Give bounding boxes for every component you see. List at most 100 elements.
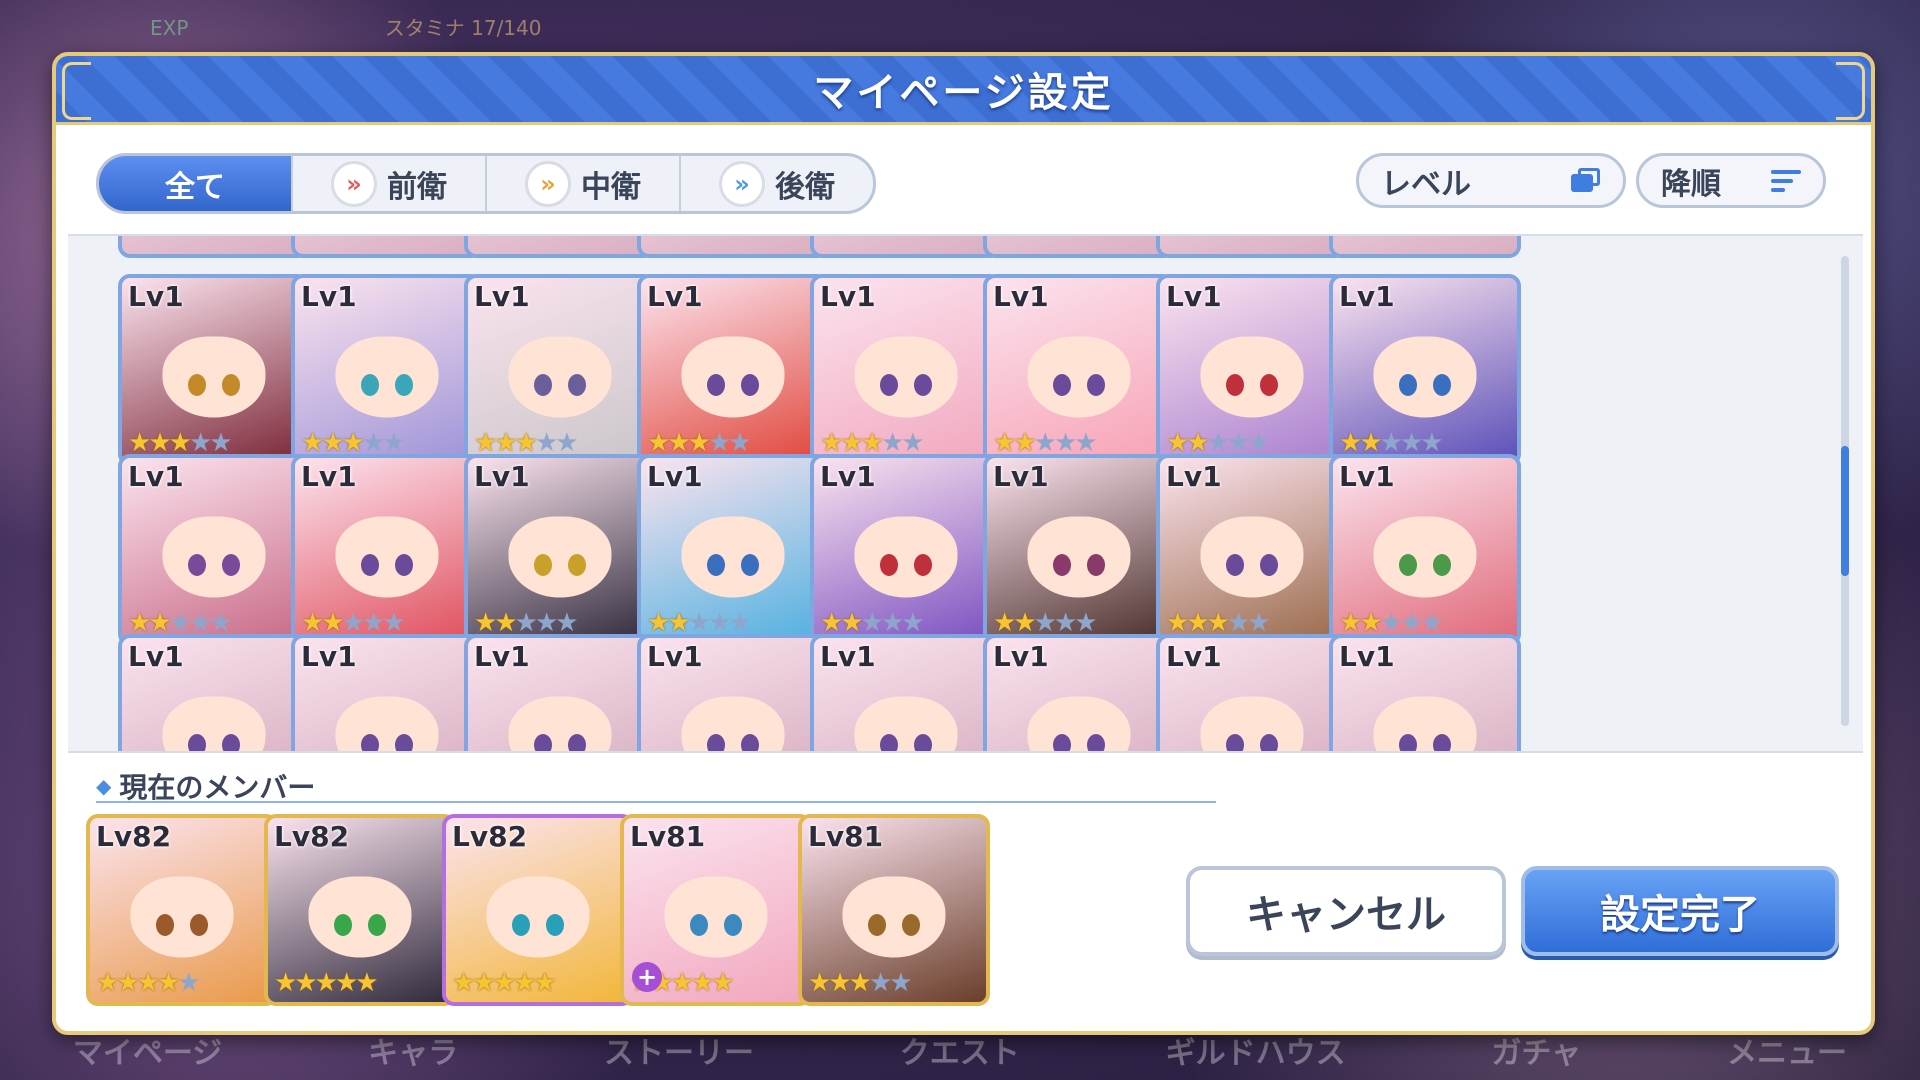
portrait-eye: [868, 913, 887, 936]
portrait-eye: [740, 553, 759, 576]
card-level: Lv1: [128, 460, 184, 493]
sort-level-label: レベル: [1381, 166, 1471, 202]
character-card[interactable]: Lv1: [1156, 634, 1348, 751]
character-card[interactable]: Lv1: [810, 634, 1002, 751]
character-card-partial[interactable]: [983, 236, 1175, 258]
character-card[interactable]: Lv1 ★★★★★: [464, 274, 656, 466]
character-card[interactable]: Lv1 ★★★★★: [291, 274, 483, 466]
character-card[interactable]: Lv1 ★★★★★: [1156, 274, 1348, 466]
character-card[interactable]: Lv82 ★★★★★: [86, 814, 278, 1006]
portrait-eye: [221, 733, 240, 751]
star-icon: ★: [136, 968, 160, 998]
portrait-eye: [567, 733, 586, 751]
card-level: Lv1: [993, 460, 1049, 493]
character-portrait: [162, 336, 266, 418]
character-card[interactable]: Lv1: [983, 634, 1175, 751]
cancel-button[interactable]: キャンセル: [1186, 866, 1506, 956]
dialog-header: マイページ設定: [56, 56, 1871, 125]
current-members-label: 現在のメンバー: [119, 771, 316, 804]
character-card[interactable]: Lv1 ★★★★★: [1329, 274, 1521, 466]
card-level: Lv1: [647, 280, 703, 313]
portrait-eye: [913, 553, 932, 576]
portrait-eye: [188, 733, 207, 751]
character-portrait: [681, 696, 785, 751]
character-card[interactable]: Lv1 ★★★★★: [1156, 454, 1348, 646]
character-card[interactable]: Lv1 ★★★★★: [637, 454, 829, 646]
star-icon: ★: [294, 968, 317, 998]
grid-scrollbar[interactable]: [1841, 256, 1849, 726]
card-level: Lv1: [1166, 640, 1222, 673]
portrait-eye: [394, 373, 413, 396]
star-icon: ★: [156, 968, 180, 998]
card-level: Lv1: [1339, 460, 1395, 493]
character-card[interactable]: Lv1 ★★★★★: [464, 454, 656, 646]
character-card[interactable]: Lv1 ★★★★★: [118, 454, 310, 646]
character-card[interactable]: Lv1: [291, 634, 483, 751]
character-card[interactable]: Lv81★★★★★+: [620, 814, 812, 1006]
portrait-eye: [880, 553, 899, 576]
character-card[interactable]: Lv1 ★★★★★: [983, 454, 1175, 646]
portrait-eye: [361, 553, 380, 576]
tab-back[interactable]: » 後衛: [681, 156, 873, 211]
header-ornament-left: [62, 62, 91, 120]
character-portrait: [842, 876, 946, 958]
character-card-partial[interactable]: [1156, 236, 1348, 258]
character-portrait: [664, 876, 768, 958]
character-card[interactable]: Lv1 ★★★★★: [810, 274, 1002, 466]
character-card-partial[interactable]: [118, 236, 310, 258]
card-level: Lv82: [452, 820, 528, 853]
character-card[interactable]: Lv82 ★★★★★: [264, 814, 456, 1006]
character-card[interactable]: Lv81 ★★★★★: [798, 814, 990, 1006]
star-icon: ★: [116, 968, 139, 998]
sort-order-button[interactable]: 降順: [1636, 153, 1826, 208]
sort-desc-icon: [1771, 169, 1801, 192]
star-icon: ★: [868, 968, 892, 998]
character-portrait: [508, 516, 612, 598]
confirm-button[interactable]: 設定完了: [1521, 866, 1839, 956]
portrait-eye: [707, 733, 726, 751]
portrait-eye: [707, 553, 726, 576]
character-card-partial[interactable]: [464, 236, 656, 258]
card-level: Lv1: [993, 640, 1049, 673]
tab-front[interactable]: » 前衛: [293, 156, 487, 211]
character-card[interactable]: Lv1 ★★★★★: [810, 454, 1002, 646]
character-portrait: [486, 876, 590, 958]
character-card-partial[interactable]: [291, 236, 483, 258]
card-level: Lv1: [820, 640, 876, 673]
character-card[interactable]: Lv82 ★★★★★: [442, 814, 634, 1006]
character-card[interactable]: Lv1 ★★★★★: [118, 274, 310, 466]
character-portrait: [1373, 516, 1477, 598]
character-portrait: [508, 696, 612, 751]
character-portrait: [335, 336, 439, 418]
character-card[interactable]: Lv1: [464, 634, 656, 751]
card-level: Lv1: [301, 460, 357, 493]
character-portrait: [854, 696, 958, 751]
sort-level-button[interactable]: レベル: [1356, 153, 1626, 208]
character-portrait: [335, 516, 439, 598]
character-card[interactable]: Lv1 ★★★★★: [291, 454, 483, 646]
character-card[interactable]: Lv1 ★★★★★: [1329, 454, 1521, 646]
character-card-partial[interactable]: [1329, 236, 1521, 258]
star-icon: ★: [848, 968, 872, 998]
portrait-eye: [189, 913, 208, 936]
star-icon: ★: [472, 968, 495, 998]
tab-all[interactable]: 全て: [99, 156, 293, 211]
portrait-eye: [740, 373, 759, 396]
character-card[interactable]: Lv1 ★★★★★: [983, 274, 1175, 466]
character-card[interactable]: Lv1: [1329, 634, 1521, 751]
grid-scroll-thumb[interactable]: [1841, 446, 1849, 576]
portrait-eye: [367, 913, 386, 936]
portrait-eye: [545, 913, 564, 936]
card-level: Lv1: [993, 280, 1049, 313]
character-card[interactable]: Lv1: [637, 634, 829, 751]
character-card[interactable]: Lv1: [118, 634, 310, 751]
character-card-partial[interactable]: [810, 236, 1002, 258]
portrait-eye: [880, 373, 899, 396]
character-card-partial[interactable]: [637, 236, 829, 258]
tab-middle[interactable]: » 中衛: [487, 156, 681, 211]
portrait-eye: [221, 373, 240, 396]
portrait-eye: [512, 913, 531, 936]
character-card[interactable]: Lv1 ★★★★★: [637, 274, 829, 466]
card-level: Lv82: [274, 820, 350, 853]
top-hud: EXP スタミナ 17/140: [150, 12, 541, 41]
